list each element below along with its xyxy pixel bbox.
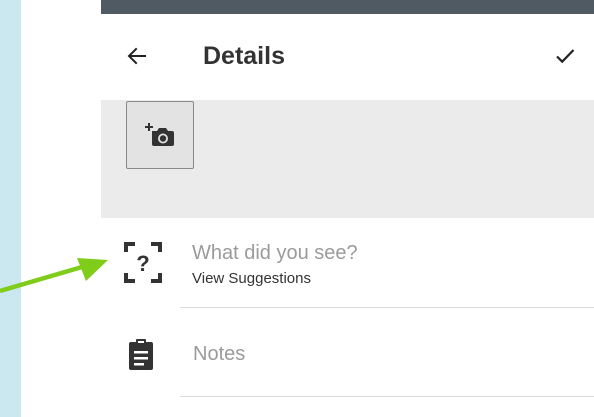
arrow-left-icon[interactable] (125, 44, 149, 68)
species-input[interactable]: What did you see? (192, 242, 358, 265)
notes-input[interactable]: Notes (193, 343, 245, 366)
divider (180, 396, 594, 397)
svg-text:?: ? (136, 251, 149, 276)
add-photo-camera-icon (145, 123, 174, 146)
annotation-arrow (0, 258, 108, 294)
add-photo-button[interactable] (126, 101, 194, 169)
view-suggestions-link[interactable]: View Suggestions (192, 270, 311, 287)
app-screen: Details ? What did you see? View Suggest… (21, 0, 594, 417)
checkmark-icon[interactable] (553, 44, 577, 68)
clipboard-icon (129, 339, 153, 370)
photo-strip (101, 100, 594, 218)
page-title: Details (203, 42, 285, 70)
status-bar (101, 0, 594, 14)
species-row[interactable]: ? What did you see? View Suggestions (101, 218, 594, 308)
notes-row[interactable]: Notes (101, 308, 594, 399)
top-app-bar: Details (101, 14, 594, 100)
